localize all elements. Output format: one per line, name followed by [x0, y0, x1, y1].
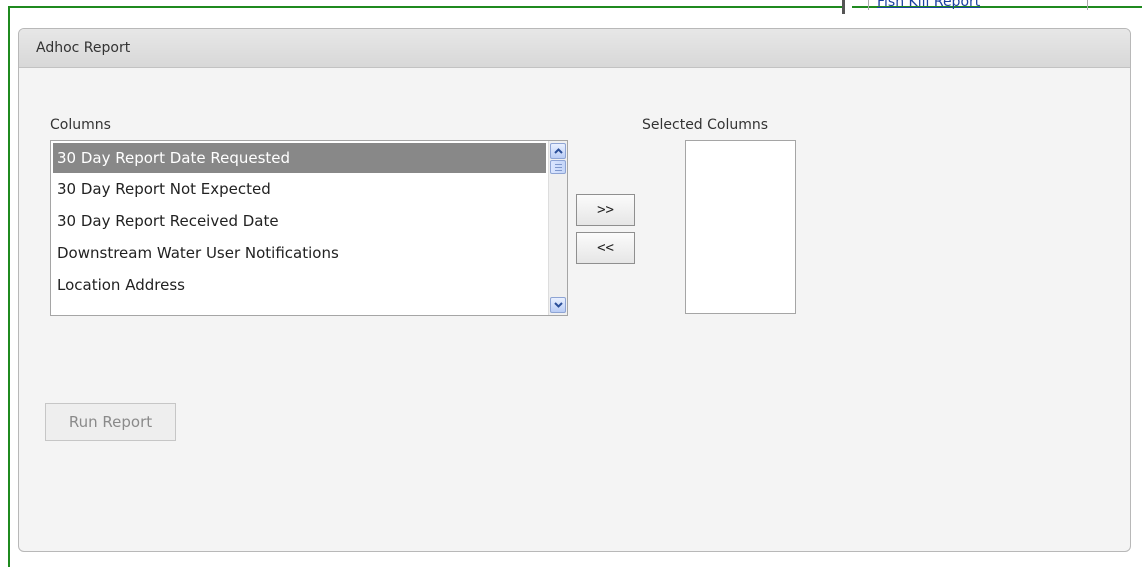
scroll-down-button[interactable]	[550, 297, 566, 313]
columns-listbox[interactable]: 30 Day Report Date Requested 30 Day Repo…	[50, 140, 568, 316]
add-column-button[interactable]: >>	[576, 194, 635, 226]
scroll-thumb[interactable]	[550, 160, 566, 174]
list-item[interactable]: 30 Day Report Date Requested	[53, 143, 546, 173]
selected-columns-label: Selected Columns	[642, 117, 769, 133]
chevron-down-icon	[554, 302, 563, 308]
panel-title: Adhoc Report	[19, 29, 1130, 68]
columns-list: 30 Day Report Date Requested 30 Day Repo…	[51, 141, 548, 301]
remove-column-button[interactable]: <<	[576, 232, 635, 264]
selected-columns-listbox[interactable]	[685, 140, 796, 314]
menu-item-fish-kill-report[interactable]: Fish Kill Report	[868, 0, 1088, 10]
grip-line	[555, 167, 562, 168]
chevron-up-icon	[554, 148, 563, 154]
grip-line	[555, 170, 562, 171]
vertical-scrollbar[interactable]	[548, 141, 567, 315]
adhoc-report-panel: Adhoc Report Columns Selected Columns 30…	[18, 28, 1131, 552]
frame-border-top	[8, 6, 842, 8]
list-item[interactable]: Location Address	[51, 269, 548, 301]
list-item[interactable]: 30 Day Report Received Date	[51, 205, 548, 237]
columns-label: Columns	[50, 117, 111, 133]
list-item[interactable]: Downstream Water User Notifications	[51, 237, 548, 269]
grip-line	[555, 164, 562, 165]
list-item[interactable]: 30 Day Report Not Expected	[51, 173, 548, 205]
run-report-button[interactable]: Run Report	[45, 403, 176, 441]
frame-border-left	[8, 6, 10, 567]
scroll-up-button[interactable]	[550, 143, 566, 159]
menu-divider	[842, 0, 852, 14]
